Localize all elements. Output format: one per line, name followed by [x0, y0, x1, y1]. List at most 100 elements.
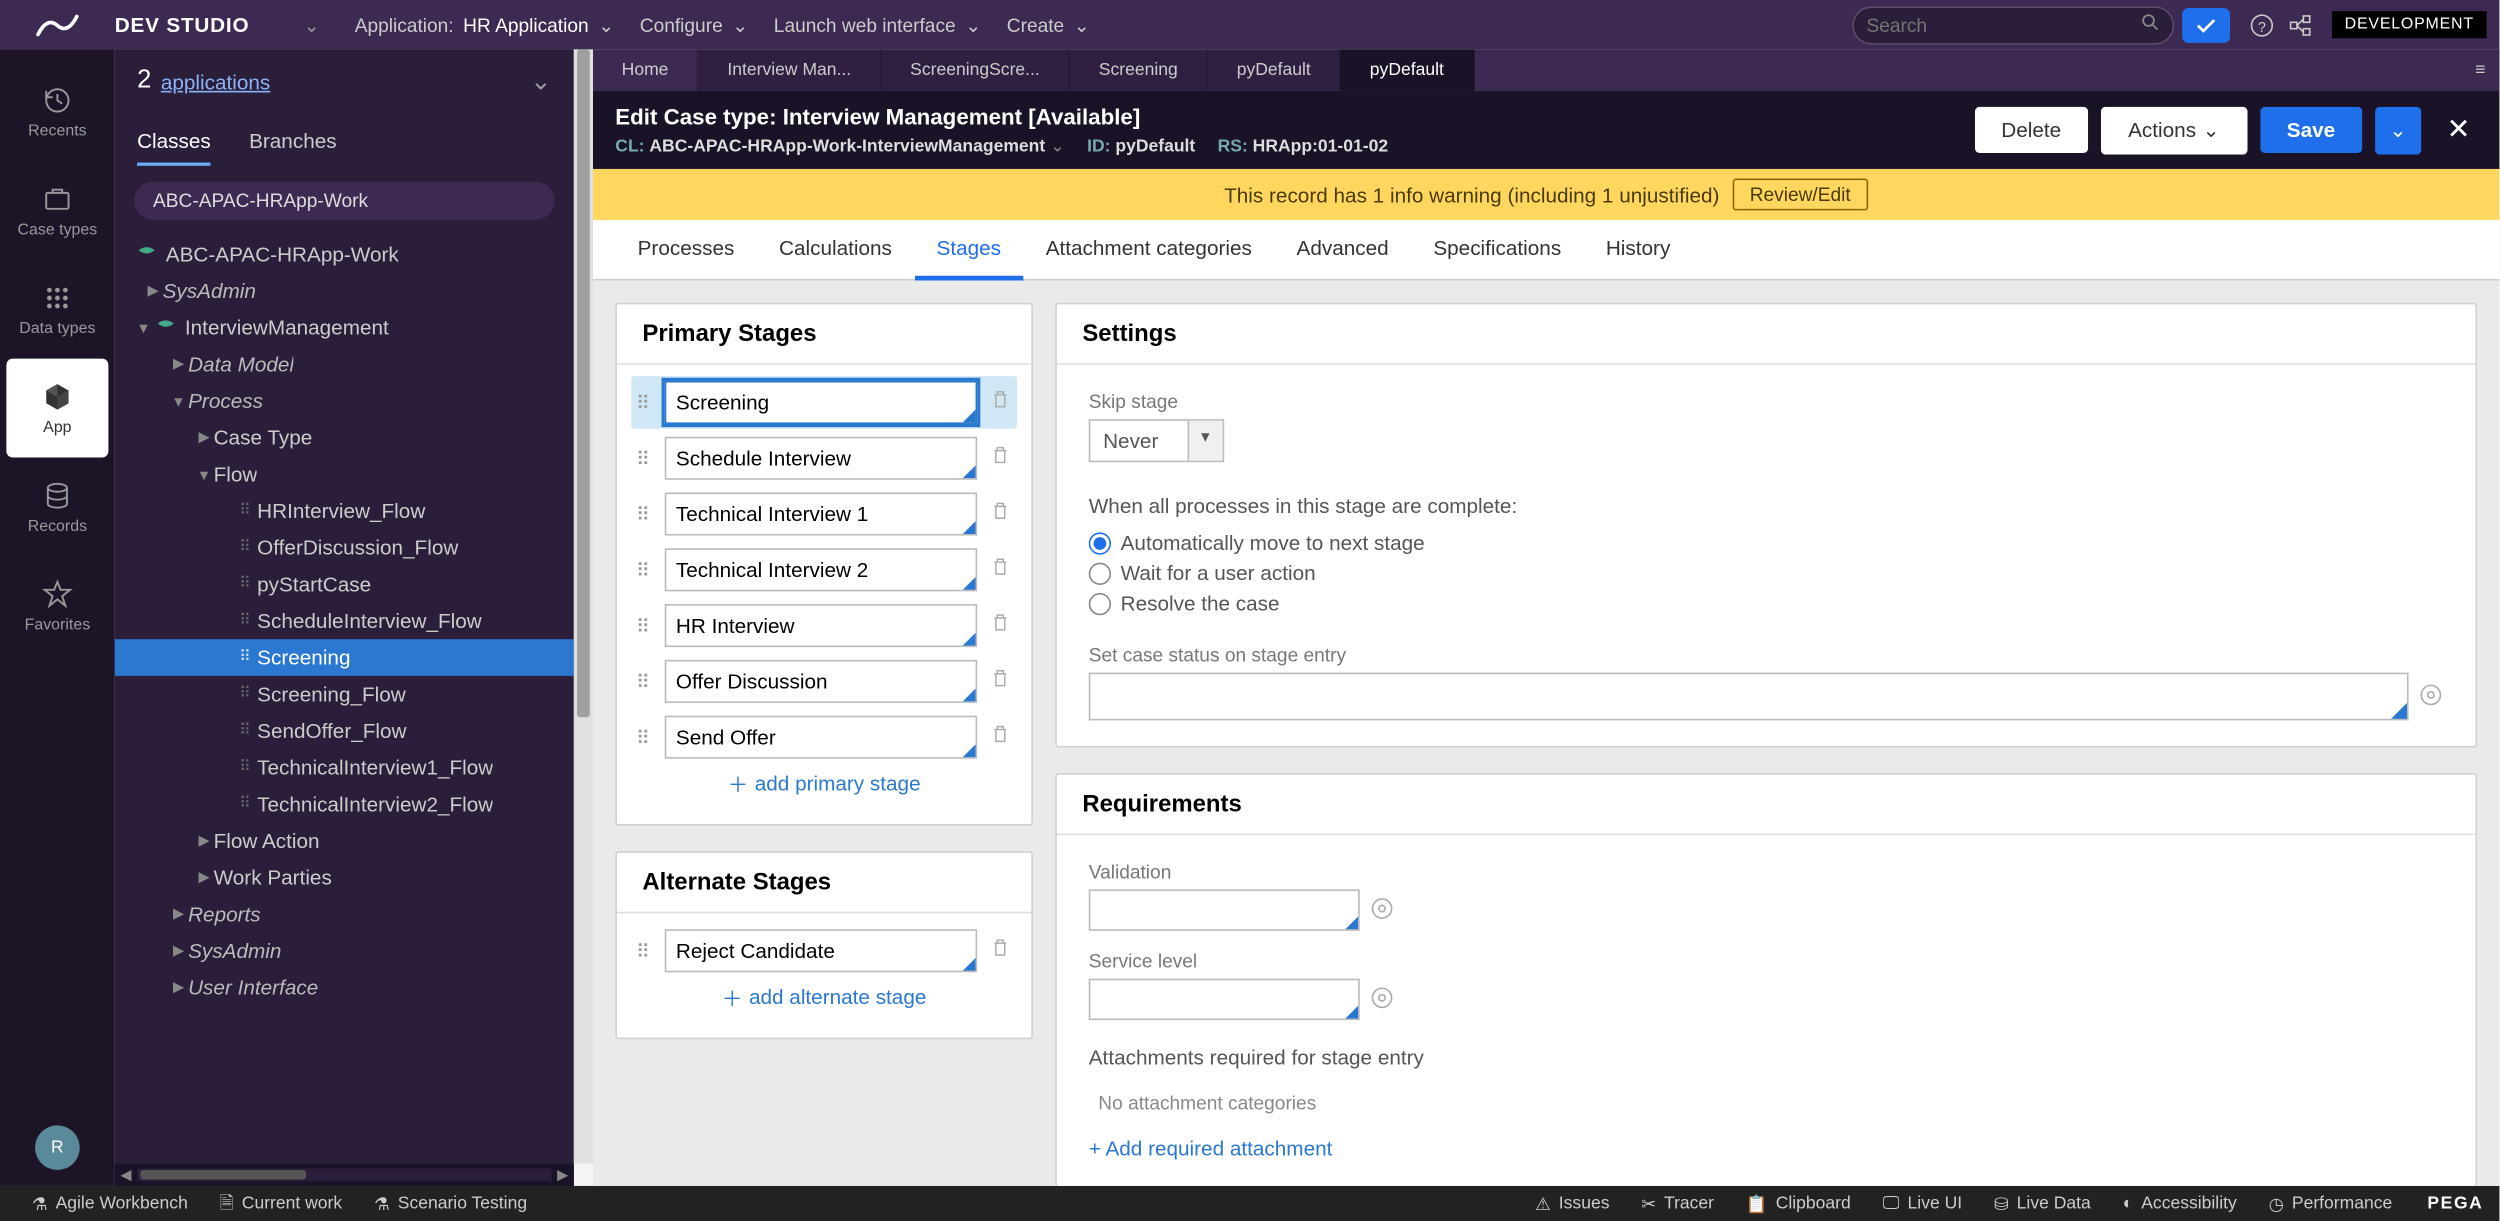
skip-stage-select[interactable]: Never ▼ [1089, 419, 1224, 462]
trash-icon[interactable] [987, 500, 1013, 529]
doc-tabs-menu[interactable]: ≡ [2461, 49, 2499, 90]
scroll-right-icon[interactable]: ▶ [552, 1166, 574, 1184]
search-icon[interactable] [2141, 13, 2160, 37]
search-input[interactable] [1866, 14, 2140, 36]
tree-flow-action[interactable]: ▶ Flow Action [115, 823, 574, 860]
scroll-left-icon[interactable]: ◀ [115, 1166, 137, 1184]
gear-icon[interactable] [1369, 984, 1395, 1014]
stage-row[interactable]: ⠿Screening [631, 376, 1017, 429]
tree-flow-item[interactable]: ⠿Screening_Flow [115, 676, 574, 713]
tree-flow-item[interactable]: ⠿HRInterview_Flow [115, 493, 574, 530]
stage-name-input[interactable]: Reject Candidate [665, 929, 977, 972]
case-status-input[interactable] [1089, 673, 2409, 721]
tree-flow-item[interactable]: ⠿OfferDiscussion_Flow [115, 529, 574, 566]
gear-icon[interactable] [1369, 895, 1395, 925]
rail-recents[interactable]: Recents [0, 62, 115, 161]
tree-process[interactable]: ▼ Process [115, 383, 574, 420]
doc-tab-active[interactable]: pyDefault [1341, 49, 1474, 90]
stage-row[interactable]: ⠿Send Offer [636, 716, 1012, 759]
service-level-input[interactable] [1089, 979, 1360, 1020]
save-dropdown-button[interactable]: ⌄ [2375, 106, 2421, 154]
help-icon[interactable]: ? [2243, 12, 2281, 38]
gear-icon[interactable] [2418, 681, 2444, 711]
tab-attachment-categories[interactable]: Attachment categories [1023, 220, 1274, 279]
footer-performance[interactable]: ◷Performance [2253, 1193, 2409, 1214]
tab-branches[interactable]: Branches [249, 120, 337, 166]
doc-tab[interactable]: Screening [1070, 49, 1208, 90]
doc-tab[interactable]: pyDefault [1208, 49, 1341, 90]
rail-data-types[interactable]: Data types [0, 260, 115, 359]
save-button[interactable]: Save [2260, 107, 2363, 153]
tree-reports[interactable]: ▶ Reports [115, 896, 574, 933]
explorer-vscrollbar[interactable] [574, 49, 593, 1163]
tab-advanced[interactable]: Advanced [1274, 220, 1411, 279]
footer-live-ui[interactable]: 🖵Live UI [1867, 1193, 1978, 1214]
footer-clipboard[interactable]: 📋Clipboard [1730, 1193, 1867, 1214]
stage-row[interactable]: ⠿ HR Interview [636, 604, 1012, 647]
create-menu[interactable]: Create ⌄ [994, 14, 1103, 36]
configure-menu[interactable]: Configure ⌄ [627, 14, 761, 36]
stage-name-input[interactable]: Schedule Interview [665, 437, 977, 480]
stage-name-input[interactable]: HR Interview [665, 604, 977, 647]
tree-user-interface[interactable]: ▶ User Interface [115, 969, 574, 1006]
tree-sysadmin[interactable]: ▶ SysAdmin [115, 273, 574, 310]
drag-handle-icon[interactable]: ⠿ [636, 614, 655, 636]
footer-scenario-testing[interactable]: ⚗Scenario Testing [358, 1193, 543, 1214]
applications-link[interactable]: applications [161, 69, 270, 93]
trash-icon[interactable] [987, 611, 1013, 640]
tree-work-parties[interactable]: ▶ Work Parties [115, 859, 574, 896]
footer-issues[interactable]: ⚠Issues [1519, 1193, 1625, 1214]
doc-tab[interactable]: ScreeningScre... [881, 49, 1070, 90]
delete-button[interactable]: Delete [1974, 107, 2088, 153]
close-button[interactable]: ✕ [2434, 113, 2477, 146]
trash-icon[interactable] [987, 444, 1013, 473]
review-edit-button[interactable]: Review/Edit [1732, 179, 1868, 211]
rail-records[interactable]: Records [0, 457, 115, 556]
tree-flow-item[interactable]: ⠿TechnicalInterview2_Flow [115, 786, 574, 823]
studio-switcher[interactable]: ⌄ [281, 14, 342, 36]
stage-row[interactable]: ⠿ Technical Interview 2 [636, 548, 1012, 591]
footer-accessibility[interactable]: ◐Accessibility [2107, 1194, 2253, 1213]
trash-icon[interactable] [987, 723, 1013, 752]
add-primary-stage-link[interactable]: ＋add primary stage [636, 759, 1012, 808]
trash-icon[interactable] [987, 388, 1013, 417]
actions-button[interactable]: Actions⌄ [2101, 106, 2247, 154]
tab-calculations[interactable]: Calculations [757, 220, 915, 279]
tab-classes[interactable]: Classes [137, 120, 211, 166]
tab-stages[interactable]: Stages [914, 220, 1023, 281]
tree-flow-item[interactable]: ⠿TechnicalInterview1_Flow [115, 749, 574, 786]
chevron-down-icon[interactable]: ⌄ [1050, 137, 1065, 156]
drag-handle-icon[interactable]: ⠿ [636, 670, 655, 692]
stage-name-input[interactable]: Screening [665, 381, 977, 424]
stage-row[interactable]: ⠿Technical Interview 1 [636, 493, 1012, 536]
footer-live-data[interactable]: ⛁Live Data [1978, 1193, 2107, 1214]
doc-tab-home[interactable]: Home [593, 49, 699, 90]
drag-handle-icon[interactable]: ⠿ [636, 559, 655, 581]
tree-flow-item[interactable]: ⠿SendOffer_Flow [115, 713, 574, 750]
tree-sysadmin2[interactable]: ▶ SysAdmin [115, 932, 574, 969]
drag-handle-icon[interactable]: ⠿ [636, 503, 655, 525]
rail-app[interactable]: App [6, 359, 108, 458]
tree-flow-item[interactable]: ⠿ScheduleInterview_Flow [115, 603, 574, 640]
tree-root[interactable]: ABC-APAC-HRApp-Work [115, 236, 574, 273]
resources-icon[interactable] [2281, 12, 2319, 38]
tree-data-model[interactable]: ▶ Data Model [115, 346, 574, 383]
footer-tracer[interactable]: ✂Tracer [1625, 1193, 1730, 1214]
drag-handle-icon[interactable]: ⠿ [636, 940, 655, 962]
stage-name-input[interactable]: Technical Interview 2 [665, 548, 977, 591]
validation-input[interactable] [1089, 889, 1360, 930]
tab-history[interactable]: History [1584, 220, 1693, 279]
class-filter-input[interactable]: ABC-APAC-HRApp-Work [134, 182, 555, 220]
explorer-expand-icon[interactable]: ⌄ [530, 65, 551, 97]
drag-handle-icon[interactable]: ⠿ [636, 447, 655, 469]
search-box[interactable] [1854, 7, 2173, 42]
tree-interview-mgmt[interactable]: ▼ InterviewManagement [115, 309, 574, 346]
tree-flow[interactable]: ▼ Flow [115, 456, 574, 493]
radio-wait-user[interactable]: Wait for a user action [1089, 558, 2444, 588]
launch-menu[interactable]: Launch web interface ⌄ [761, 14, 994, 36]
explorer-hscrollbar[interactable]: ◀ ▶ [115, 1164, 574, 1186]
radio-resolve[interactable]: Resolve the case [1089, 588, 2444, 618]
stage-name-input[interactable]: Send Offer [665, 716, 977, 759]
add-attachment-link[interactable]: + Add required attachment [1089, 1137, 2444, 1161]
footer-agile-workbench[interactable]: ⚗Agile Workbench [16, 1193, 204, 1214]
